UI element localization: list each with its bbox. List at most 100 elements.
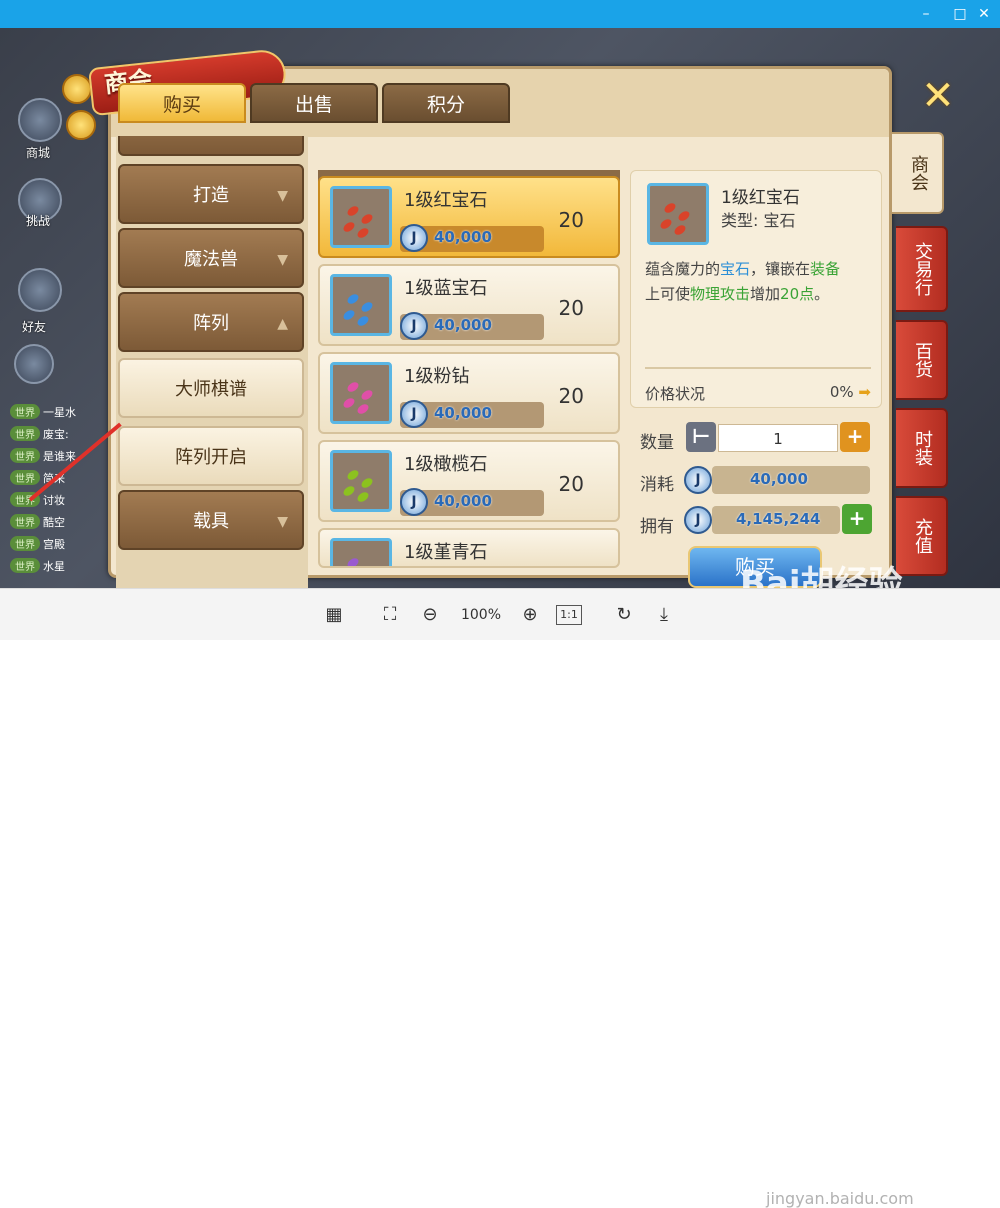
- price-percent: 0% ➡: [829, 383, 871, 401]
- friends-label: 好友: [22, 320, 47, 334]
- quantity-input[interactable]: 1: [718, 424, 838, 452]
- chat-bubble-icon[interactable]: [14, 344, 54, 384]
- gem-shard: [359, 212, 375, 226]
- gem-shard: [658, 217, 674, 231]
- category-magic-beast[interactable]: 魔法兽 ▼: [118, 228, 304, 288]
- arrow-right-icon: ➡: [858, 383, 871, 401]
- category-master-chess[interactable]: 大师棋谱: [118, 358, 304, 418]
- cost-value: 40,000: [750, 470, 808, 488]
- category-item[interactable]: [118, 136, 304, 156]
- tab-sell[interactable]: 出售: [250, 83, 378, 123]
- tab-buy[interactable]: 购买: [118, 83, 246, 123]
- category-forge[interactable]: 打造 ▼: [118, 164, 304, 224]
- friends-icon[interactable]: [18, 268, 62, 312]
- shop-label: 商城: [26, 146, 51, 160]
- owned-value: 4,145,244: [736, 510, 821, 528]
- right-tab-fashion[interactable]: 时装: [896, 408, 948, 488]
- category-vehicle[interactable]: 载具 ▼: [118, 490, 304, 550]
- plus-button[interactable]: +: [840, 422, 870, 452]
- close-panel-button[interactable]: ✕: [920, 76, 956, 116]
- gem-shard: [345, 204, 361, 218]
- shop-icon[interactable]: [18, 98, 62, 142]
- price-status-label: 价格状况: [645, 385, 706, 403]
- challenge-label: 挑战: [26, 214, 51, 228]
- chat-line: 世界 酷空: [10, 514, 65, 530]
- coin-icon: J: [684, 506, 712, 534]
- detail-type: 类型: 宝石: [721, 211, 796, 230]
- right-tab-shop[interactable]: 商会: [892, 132, 944, 214]
- coin-icon: J: [684, 466, 712, 494]
- add-funds-button[interactable]: +: [842, 504, 872, 534]
- detail-description: 蕴含魔力的宝石，镶嵌在装备 上可使物理攻击增加20点。: [645, 260, 841, 303]
- owned-label: 拥有: [640, 517, 674, 537]
- item-name: 1级橄榄石: [404, 454, 488, 475]
- item-row[interactable]: 1级堇青石: [318, 528, 620, 568]
- coin-icon: J: [400, 312, 428, 340]
- chevron-down-icon: ▼: [277, 514, 288, 530]
- item-name: 1级堇青石: [404, 542, 488, 563]
- item-qty: 20: [558, 384, 584, 408]
- gold-coin-icon: [62, 74, 92, 104]
- item-name: 1级蓝宝石: [404, 278, 488, 299]
- thumbnail-icon[interactable]: ▦: [322, 603, 346, 627]
- download-icon[interactable]: ⤓: [652, 603, 676, 627]
- item-row[interactable]: 1级红宝石 J 40,000 20: [318, 176, 620, 258]
- window-titlebar: – □ ✕: [0, 0, 1000, 28]
- olivine-gem-icon: [330, 450, 392, 512]
- chat-line: 世界 水星: [10, 558, 65, 574]
- chat-line: 世界 宫殿: [10, 536, 65, 552]
- gem-shard: [345, 380, 361, 394]
- rotate-icon[interactable]: ↻: [612, 603, 636, 627]
- item-price: 40,000: [434, 316, 492, 334]
- gem-shard: [341, 396, 357, 410]
- category-list[interactable]: 打造 ▼ 魔法兽 ▼ 阵列 ▲ 大师棋谱 阵列开启 载具 ▼: [116, 136, 308, 588]
- tab-points[interactable]: 积分: [382, 83, 510, 123]
- viewer-toolbar: ▦ ⛶ ⊖ 100% ⊕ 1:1 ↻ ⤓ jingyan.baidu.com: [0, 588, 1000, 1208]
- category-formation[interactable]: 阵列 ▲: [118, 292, 304, 352]
- gem-shard: [359, 300, 375, 314]
- gem-shard: [662, 201, 678, 215]
- item-price: 40,000: [434, 492, 492, 510]
- item-qty: 20: [558, 296, 584, 320]
- detail-name: 1级红宝石: [721, 188, 800, 208]
- blue-gem-icon: [330, 274, 392, 336]
- chevron-up-icon: ▲: [277, 316, 288, 332]
- minimize-button[interactable]: –: [916, 4, 936, 24]
- coin-icon: J: [400, 224, 428, 252]
- maximize-button[interactable]: □: [950, 4, 970, 24]
- item-row[interactable]: 1级橄榄石 J 40,000 20: [318, 440, 620, 522]
- item-row[interactable]: 1级蓝宝石 J 40,000 20: [318, 264, 620, 346]
- category-formation-unlock[interactable]: 阵列开启: [118, 426, 304, 486]
- gem-shard: [345, 468, 361, 482]
- cost-label: 消耗: [640, 475, 674, 495]
- cordierite-gem-icon: [330, 538, 392, 566]
- qty-label: 数量: [640, 433, 674, 453]
- pink-diamond-icon: [330, 362, 392, 424]
- chat-line: 世界 废宝:: [10, 426, 69, 442]
- chevron-down-icon: ▼: [277, 188, 288, 204]
- zoom-in-icon[interactable]: ⊕: [518, 603, 542, 627]
- gem-shard: [341, 220, 357, 234]
- min-qty-button[interactable]: ⊢: [686, 422, 716, 452]
- item-qty: 20: [558, 472, 584, 496]
- baidu-watermark: Bai胡经验: [740, 564, 903, 588]
- right-tab-recharge[interactable]: 充值: [896, 496, 948, 576]
- item-price: 40,000: [434, 404, 492, 422]
- gem-shard: [676, 209, 692, 223]
- item-price: 40,000: [434, 228, 492, 246]
- item-row[interactable]: 1级粉钻 J 40,000 20: [318, 352, 620, 434]
- gem-shard: [359, 564, 375, 566]
- gem-shard: [341, 308, 357, 322]
- coin-icon: J: [400, 400, 428, 428]
- actual-size-button[interactable]: 1:1: [556, 605, 582, 625]
- gem-shard: [355, 226, 371, 240]
- right-tab-trade[interactable]: 交易行: [896, 226, 948, 312]
- gold-coin-icon: [66, 110, 96, 140]
- gem-shard: [355, 490, 371, 504]
- close-window-button[interactable]: ✕: [974, 4, 994, 24]
- gem-shard: [345, 292, 361, 306]
- right-tab-goods[interactable]: 百货: [896, 320, 948, 400]
- chat-line: 世界 是谁来: [10, 448, 76, 464]
- zoom-out-icon[interactable]: ⊖: [418, 603, 442, 627]
- fit-screen-icon[interactable]: ⛶: [378, 603, 402, 627]
